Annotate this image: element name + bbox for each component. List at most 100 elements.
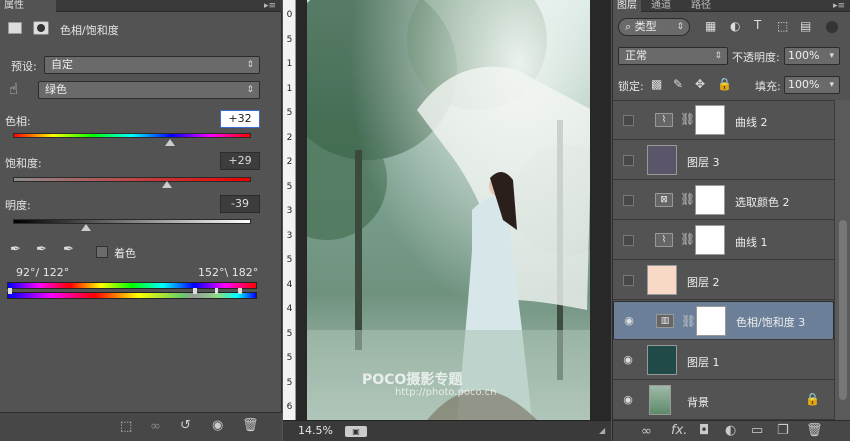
lock-brush-icon[interactable]: ✎ [673, 77, 683, 91]
layer-row[interactable]: 图层 3 [613, 141, 834, 180]
fill-field[interactable]: 100% ▾ [784, 76, 840, 94]
trash-icon[interactable]: 🗑 [806, 423, 823, 438]
range-handle-right[interactable] [238, 288, 242, 294]
visibility-toggle[interactable] [623, 115, 634, 126]
doc-info-icon[interactable]: ▣ [345, 426, 367, 437]
tab-paths[interactable]: 路径 [687, 0, 715, 12]
layer-mask-thumbnail[interactable] [695, 185, 725, 215]
link-layers-icon[interactable]: ∞ [641, 424, 652, 439]
smartobject-filter-icon[interactable]: ▤ [800, 19, 811, 33]
resize-grip-icon[interactable]: ◢ [599, 421, 605, 441]
visibility-eye-icon[interactable]: ◉ [621, 393, 635, 407]
layer-thumbnail[interactable] [647, 265, 677, 295]
eyedropper-subtract-icon[interactable]: ✒ [63, 242, 74, 257]
visibility-eye-icon[interactable]: ◉ [621, 353, 635, 367]
view-previous-icon[interactable]: ∞ [150, 419, 161, 434]
hue-slider-track[interactable] [13, 133, 251, 138]
curves-icon: ⌇ [655, 113, 673, 127]
hand-target-icon[interactable]: ☝ [9, 80, 18, 98]
visibility-toggle[interactable] [623, 235, 634, 246]
properties-bottom-bar: ⬚ ∞ ↺ ◉ 🗑 [0, 412, 282, 441]
layer-row[interactable]: ⌇ ⛓ 曲线 2 [613, 101, 834, 140]
tab-layers[interactable]: 图层 [613, 0, 641, 12]
range-handle-mid2[interactable] [215, 288, 218, 294]
ruler-tick-label: 5 [286, 34, 293, 45]
lock-all-icon[interactable]: 🔒 [717, 77, 732, 91]
layer-row[interactable]: ◉ 图层 1 [613, 341, 834, 380]
reset-icon[interactable]: ↺ [180, 418, 191, 433]
lock-transparency-icon[interactable]: ▩ [651, 77, 662, 91]
chain-link-icon[interactable]: ⛓ [680, 112, 695, 126]
lock-position-icon[interactable]: ✥ [695, 77, 705, 91]
layer-row[interactable]: 图层 2 [613, 261, 834, 300]
zoom-level[interactable]: 14.5% [298, 421, 333, 441]
ruler-tick-label: 4 [286, 304, 293, 314]
panel-menu-icon[interactable]: ▸≡ [264, 1, 276, 11]
layer-name: 选取颜色 2 [735, 196, 790, 209]
tab-channels[interactable]: 通道 [647, 0, 675, 12]
saturation-slider-track[interactable] [13, 177, 251, 182]
range-handle-left[interactable] [8, 288, 12, 294]
fill-value: 100% [788, 78, 820, 91]
fx-icon[interactable]: fx. [671, 423, 687, 438]
clip-to-layer-icon[interactable]: ⬚ [120, 419, 132, 434]
chain-link-icon[interactable]: ⛓ [681, 313, 696, 329]
layers-scrollbar[interactable] [834, 100, 850, 420]
colorize-checkbox[interactable] [96, 246, 108, 258]
new-layer-icon[interactable]: ❐ [777, 423, 789, 438]
tab-properties[interactable]: 属性 [0, 0, 56, 12]
range-handle-mid[interactable] [193, 288, 197, 294]
saturation-input[interactable]: +29 [220, 152, 260, 170]
visibility-eye-icon[interactable]: ◉ [212, 418, 223, 433]
scrollbar-thumb[interactable] [839, 220, 847, 400]
new-adjustment-icon[interactable]: ◐ [725, 423, 736, 438]
layer-mask-thumbnail[interactable] [695, 105, 725, 135]
visibility-toggle[interactable] [623, 155, 634, 166]
document-photo[interactable]: POCO摄影专题 http://photo.poco.cn [307, 0, 590, 420]
chain-link-icon[interactable]: ⛓ [680, 232, 695, 246]
color-bar-bottom [7, 292, 257, 299]
layers-panel: 图层 通道 路径 ▸≡ ⌕ 类型 ⇕ ▦ ◐ T ⬚ ▤ 正常 ⇕ 不透明度: 10… [612, 0, 850, 441]
shape-filter-icon[interactable]: ⬚ [777, 19, 788, 33]
layer-thumbnail[interactable] [647, 345, 677, 375]
trash-icon[interactable]: 🗑 [242, 418, 259, 433]
lightness-slider-thumb[interactable] [80, 224, 91, 231]
visibility-toggle[interactable] [623, 195, 634, 206]
layer-thumbnail[interactable] [649, 385, 671, 415]
mask-icon[interactable] [33, 21, 49, 35]
new-group-icon[interactable]: ▭ [751, 423, 763, 438]
eyedropper-icon[interactable]: ✒ [10, 242, 21, 257]
lightness-slider-track[interactable] [13, 219, 251, 224]
blend-mode-select[interactable]: 正常 ⇕ [618, 47, 728, 65]
vertical-ruler: 0 5 1 1 5 2 2 5 3 3 5 4 4 5 5 5 6 [283, 0, 296, 420]
photo-image [307, 0, 590, 420]
filter-select[interactable]: ⌕ 类型 ⇕ [618, 18, 690, 36]
preset-select[interactable]: 自定 ⇕ [44, 56, 260, 74]
adjustment-filter-icon[interactable]: ◐ [730, 19, 740, 33]
visibility-toggle[interactable] [623, 275, 634, 286]
layer-row[interactable]: ⌇ ⛓ 曲线 1 [613, 221, 834, 260]
chain-link-icon[interactable]: ⛓ [680, 192, 695, 206]
lightness-input[interactable]: -39 [220, 195, 260, 213]
add-mask-icon[interactable]: ◘ [699, 423, 709, 438]
layer-row[interactable]: ⊠ ⛓ 选取颜色 2 [613, 181, 834, 220]
layer-mask-thumbnail[interactable] [696, 306, 726, 336]
layer-mask-thumbnail[interactable] [695, 225, 725, 255]
layer-row[interactable]: ◉ ▥ ⛓ 色相/饱和度 3 [613, 301, 834, 340]
saturation-slider-thumb[interactable] [161, 181, 172, 188]
pixel-filter-icon[interactable]: ▦ [705, 19, 716, 33]
hue-input[interactable]: +32 [220, 110, 260, 128]
visibility-eye-icon[interactable]: ◉ [622, 314, 636, 328]
filter-toggle-icon[interactable] [826, 21, 838, 33]
type-filter-icon[interactable]: T [754, 18, 761, 32]
opacity-field[interactable]: 100% ▾ [784, 47, 840, 65]
eyedropper-add-icon[interactable]: ✒ [36, 242, 47, 257]
layer-row[interactable]: ◉ 背景 🔒 [613, 381, 834, 420]
fill-label: 填充: [755, 80, 781, 93]
lock-label: 锁定: [618, 80, 644, 93]
channel-select[interactable]: 绿色 ⇕ [38, 81, 260, 99]
layer-thumbnail[interactable] [647, 145, 677, 175]
panel-menu-icon[interactable]: ▸≡ [833, 1, 845, 11]
hue-slider-thumb[interactable] [165, 139, 176, 146]
layers-bottom-bar: ∞ fx. ◘ ◐ ▭ ❐ 🗑 [613, 420, 850, 441]
